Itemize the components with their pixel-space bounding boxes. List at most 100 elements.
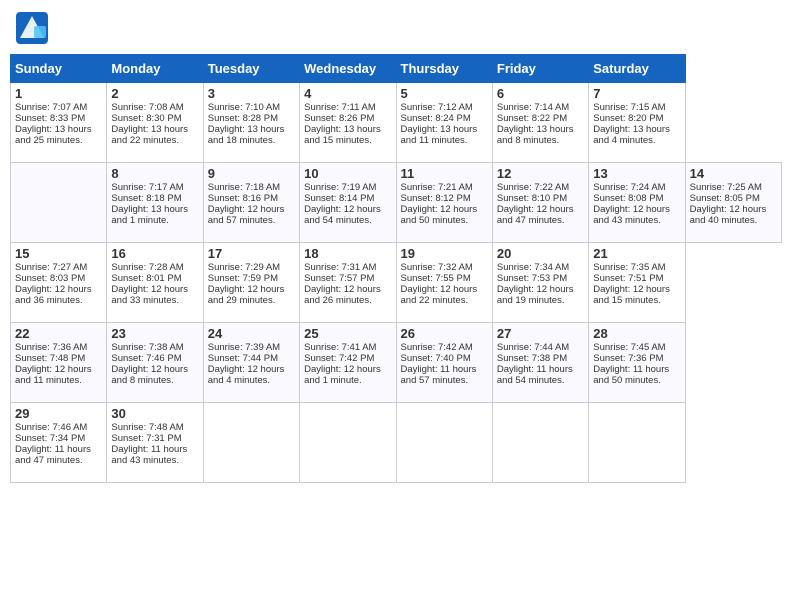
daylight: Daylight: 12 hours and 54 minutes. (304, 204, 381, 226)
day-number: 4 (304, 86, 391, 101)
calendar-cell (396, 403, 492, 483)
sunrise: Sunrise: 7:10 AM (208, 102, 280, 113)
day-number: 21 (593, 246, 680, 261)
day-number: 7 (593, 86, 680, 101)
day-number: 9 (208, 166, 295, 181)
daylight: Daylight: 12 hours and 29 minutes. (208, 284, 285, 306)
sunrise: Sunrise: 7:41 AM (304, 342, 376, 353)
calendar-cell: 6Sunrise: 7:14 AMSunset: 8:22 PMDaylight… (492, 83, 588, 163)
calendar-cell: 17Sunrise: 7:29 AMSunset: 7:59 PMDayligh… (203, 243, 299, 323)
daylight: Daylight: 12 hours and 11 minutes. (15, 364, 92, 386)
calendar-week-2: 8Sunrise: 7:17 AMSunset: 8:18 PMDaylight… (11, 163, 782, 243)
sunset: Sunset: 7:38 PM (497, 353, 567, 364)
day-header-tuesday: Tuesday (203, 55, 299, 83)
calendar-week-3: 15Sunrise: 7:27 AMSunset: 8:03 PMDayligh… (11, 243, 782, 323)
calendar-cell: 11Sunrise: 7:21 AMSunset: 8:12 PMDayligh… (396, 163, 492, 243)
calendar-cell: 26Sunrise: 7:42 AMSunset: 7:40 PMDayligh… (396, 323, 492, 403)
sunset: Sunset: 8:33 PM (15, 113, 85, 124)
sunset: Sunset: 8:26 PM (304, 113, 374, 124)
sunset: Sunset: 7:34 PM (15, 433, 85, 444)
sunrise: Sunrise: 7:12 AM (401, 102, 473, 113)
day-number: 1 (15, 86, 102, 101)
sunrise: Sunrise: 7:24 AM (593, 182, 665, 193)
sunset: Sunset: 7:48 PM (15, 353, 85, 364)
sunset: Sunset: 8:08 PM (593, 193, 663, 204)
day-number: 15 (15, 246, 102, 261)
calendar-cell: 22Sunrise: 7:36 AMSunset: 7:48 PMDayligh… (11, 323, 107, 403)
sunrise: Sunrise: 7:29 AM (208, 262, 280, 273)
calendar-cell: 12Sunrise: 7:22 AMSunset: 8:10 PMDayligh… (492, 163, 588, 243)
sunset: Sunset: 7:42 PM (304, 353, 374, 364)
sunset: Sunset: 8:22 PM (497, 113, 567, 124)
sunset: Sunset: 8:14 PM (304, 193, 374, 204)
sunrise: Sunrise: 7:25 AM (690, 182, 762, 193)
sunrise: Sunrise: 7:15 AM (593, 102, 665, 113)
sunset: Sunset: 8:01 PM (111, 273, 181, 284)
day-number: 19 (401, 246, 488, 261)
daylight: Daylight: 12 hours and 33 minutes. (111, 284, 188, 306)
sunset: Sunset: 7:31 PM (111, 433, 181, 444)
calendar-cell: 25Sunrise: 7:41 AMSunset: 7:42 PMDayligh… (300, 323, 396, 403)
calendar-cell (11, 163, 107, 243)
sunset: Sunset: 8:24 PM (401, 113, 471, 124)
sunrise: Sunrise: 7:48 AM (111, 422, 183, 433)
sunrise: Sunrise: 7:14 AM (497, 102, 569, 113)
calendar-cell (203, 403, 299, 483)
sunrise: Sunrise: 7:34 AM (497, 262, 569, 273)
sunrise: Sunrise: 7:08 AM (111, 102, 183, 113)
sunrise: Sunrise: 7:22 AM (497, 182, 569, 193)
day-number: 6 (497, 86, 584, 101)
calendar-cell: 21Sunrise: 7:35 AMSunset: 7:51 PMDayligh… (589, 243, 685, 323)
calendar-cell: 4Sunrise: 7:11 AMSunset: 8:26 PMDaylight… (300, 83, 396, 163)
calendar-cell: 9Sunrise: 7:18 AMSunset: 8:16 PMDaylight… (203, 163, 299, 243)
day-number: 30 (111, 406, 198, 421)
sunrise: Sunrise: 7:38 AM (111, 342, 183, 353)
day-number: 18 (304, 246, 391, 261)
sunrise: Sunrise: 7:44 AM (497, 342, 569, 353)
day-number: 14 (690, 166, 777, 181)
day-header-monday: Monday (107, 55, 203, 83)
sunset: Sunset: 7:59 PM (208, 273, 278, 284)
daylight: Daylight: 12 hours and 8 minutes. (111, 364, 188, 386)
calendar-cell: 24Sunrise: 7:39 AMSunset: 7:44 PMDayligh… (203, 323, 299, 403)
sunset: Sunset: 8:18 PM (111, 193, 181, 204)
sunset: Sunset: 7:46 PM (111, 353, 181, 364)
daylight: Daylight: 12 hours and 4 minutes. (208, 364, 285, 386)
sunrise: Sunrise: 7:31 AM (304, 262, 376, 273)
day-number: 10 (304, 166, 391, 181)
calendar-week-1: 1Sunrise: 7:07 AMSunset: 8:33 PMDaylight… (11, 83, 782, 163)
daylight: Daylight: 12 hours and 50 minutes. (401, 204, 478, 226)
calendar-cell: 13Sunrise: 7:24 AMSunset: 8:08 PMDayligh… (589, 163, 685, 243)
calendar-cell (300, 403, 396, 483)
calendar-week-4: 22Sunrise: 7:36 AMSunset: 7:48 PMDayligh… (11, 323, 782, 403)
daylight: Daylight: 12 hours and 19 minutes. (497, 284, 574, 306)
day-number: 27 (497, 326, 584, 341)
daylight: Daylight: 12 hours and 47 minutes. (497, 204, 574, 226)
sunset: Sunset: 7:36 PM (593, 353, 663, 364)
daylight: Daylight: 13 hours and 18 minutes. (208, 124, 285, 146)
daylight: Daylight: 12 hours and 26 minutes. (304, 284, 381, 306)
calendar-cell: 29Sunrise: 7:46 AMSunset: 7:34 PMDayligh… (11, 403, 107, 483)
day-number: 13 (593, 166, 680, 181)
daylight: Daylight: 11 hours and 54 minutes. (497, 364, 573, 386)
sunset: Sunset: 8:28 PM (208, 113, 278, 124)
daylight: Daylight: 11 hours and 57 minutes. (401, 364, 477, 386)
day-header-thursday: Thursday (396, 55, 492, 83)
calendar-cell: 3Sunrise: 7:10 AMSunset: 8:28 PMDaylight… (203, 83, 299, 163)
sunrise: Sunrise: 7:45 AM (593, 342, 665, 353)
sunrise: Sunrise: 7:19 AM (304, 182, 376, 193)
daylight: Daylight: 12 hours and 15 minutes. (593, 284, 670, 306)
calendar-cell: 19Sunrise: 7:32 AMSunset: 7:55 PMDayligh… (396, 243, 492, 323)
calendar-cell: 14Sunrise: 7:25 AMSunset: 8:05 PMDayligh… (685, 163, 781, 243)
page-header (10, 10, 782, 46)
day-number: 26 (401, 326, 488, 341)
daylight: Daylight: 13 hours and 15 minutes. (304, 124, 381, 146)
sunrise: Sunrise: 7:46 AM (15, 422, 87, 433)
calendar-week-5: 29Sunrise: 7:46 AMSunset: 7:34 PMDayligh… (11, 403, 782, 483)
day-header-wednesday: Wednesday (300, 55, 396, 83)
day-header-friday: Friday (492, 55, 588, 83)
calendar-cell: 7Sunrise: 7:15 AMSunset: 8:20 PMDaylight… (589, 83, 685, 163)
logo (14, 10, 52, 46)
sunrise: Sunrise: 7:39 AM (208, 342, 280, 353)
logo-icon (14, 10, 50, 46)
